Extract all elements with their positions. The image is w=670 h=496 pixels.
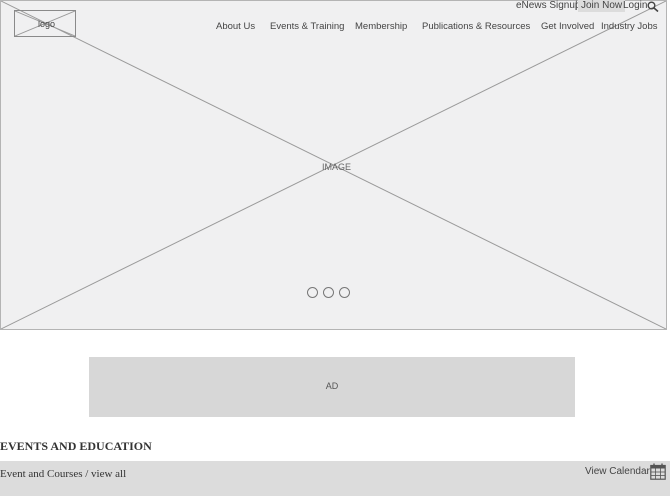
events-section-title: EVENTS AND EDUCATION	[0, 439, 152, 453]
nav-item-industry-jobs[interactable]: Industry Jobs	[601, 21, 658, 32]
utility-nav: eNews Signup | Join Now Login	[0, 0, 670, 12]
hero-image-placeholder: IMAGE logo	[0, 0, 667, 330]
carousel-dot-2[interactable]	[323, 287, 334, 298]
nav-item-publications-resources[interactable]: Publications & Resources	[422, 21, 530, 32]
events-courses-tab[interactable]: Event and Courses	[0, 468, 82, 480]
events-tab-links: Event and Courses / view all	[0, 468, 126, 480]
enews-signup-link[interactable]: eNews Signup	[516, 0, 580, 12]
hero-image-label: IMAGE	[322, 162, 352, 172]
view-calendar-link[interactable]: View Calendar	[585, 466, 650, 477]
ad-banner[interactable]: AD	[89, 357, 575, 417]
nav-item-membership[interactable]: Membership	[355, 21, 407, 32]
events-links-divider: /	[82, 468, 92, 480]
events-tab-bar: Event and Courses / view all View Calend…	[0, 461, 670, 496]
view-all-link[interactable]: view all	[91, 468, 126, 480]
nav-item-events-training[interactable]: Events & Training	[270, 21, 344, 32]
join-now-link[interactable]: Join Now	[578, 0, 626, 12]
carousel-pagination	[307, 287, 355, 299]
nav-item-get-involved[interactable]: Get Involved	[541, 21, 594, 32]
search-icon[interactable]	[647, 1, 659, 12]
nav-item-about-us[interactable]: About Us	[216, 21, 255, 32]
login-link[interactable]: Login	[623, 0, 647, 12]
ad-label: AD	[325, 381, 339, 391]
main-nav: About Us Events & Training Membership Pu…	[0, 21, 670, 35]
calendar-icon[interactable]	[650, 463, 666, 480]
carousel-dot-3[interactable]	[339, 287, 350, 298]
carousel-dot-1[interactable]	[307, 287, 318, 298]
